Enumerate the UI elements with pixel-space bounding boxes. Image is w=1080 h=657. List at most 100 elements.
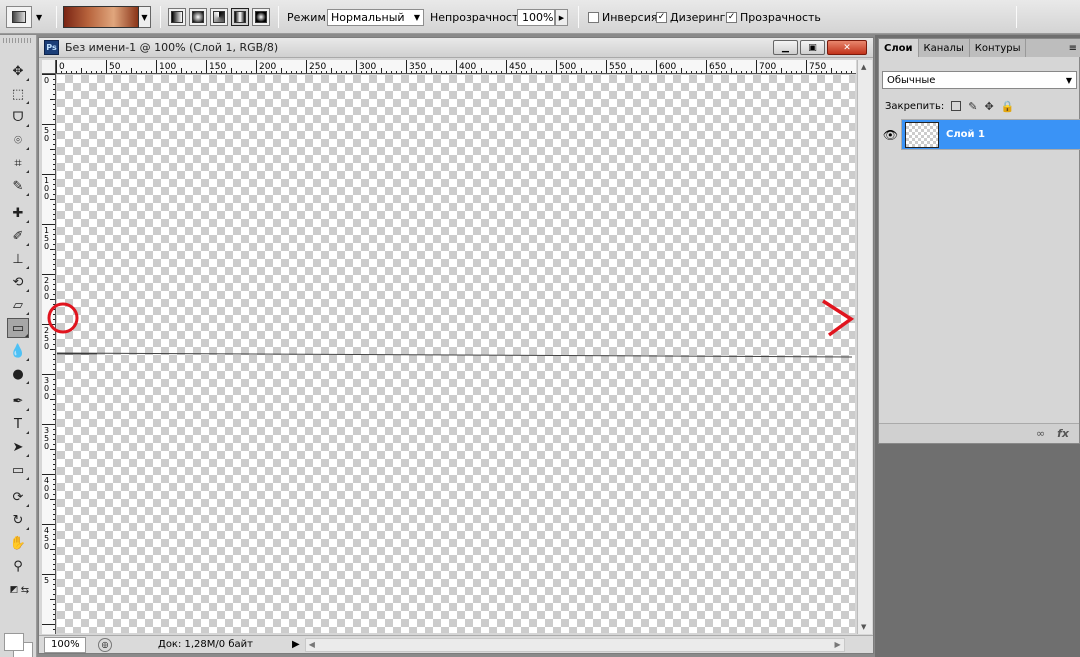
lock-transparency-icon[interactable]: [951, 101, 962, 111]
scroll-down-icon[interactable]: ▼: [861, 623, 866, 631]
dither-checkbox[interactable]: ✓ Дизеринг: [656, 0, 725, 34]
opacity-slider-button[interactable]: ▶: [555, 9, 568, 26]
quick-selection-tool-icon[interactable]: ⌾: [7, 130, 29, 150]
document-info: Док: 1,28M/0 байт: [158, 639, 253, 650]
inverse-checkbox[interactable]: Инверсия: [588, 0, 657, 34]
type-tool-icon[interactable]: T: [7, 414, 29, 434]
status-info-icon[interactable]: ◎: [98, 637, 112, 652]
link-layers-icon[interactable]: ∞: [1036, 427, 1045, 440]
toolbox-grip[interactable]: [3, 38, 33, 43]
diamond-gradient-button[interactable]: [252, 8, 270, 26]
zoom-level-field[interactable]: 100%: [44, 636, 86, 653]
zoom-tool-icon[interactable]: ⚲: [7, 556, 29, 576]
close-button[interactable]: ✕: [827, 40, 867, 55]
crop-tool-icon[interactable]: ⌗: [7, 153, 29, 173]
inverse-checkbox-box[interactable]: [588, 11, 599, 23]
ruler-v-label: 0: [44, 392, 49, 401]
vertical-scrollbar[interactable]: ▲ ▼: [857, 60, 872, 634]
transparency-checkbox-box[interactable]: ✓: [726, 11, 737, 23]
pen-tool-icon[interactable]: ✒: [7, 391, 29, 411]
ruler-h-label: 150: [209, 62, 226, 72]
ruler-v-label: 0: [44, 192, 49, 201]
panel-menu-icon[interactable]: ≡: [1069, 39, 1077, 57]
history-brush-tool-icon[interactable]: ⟲: [7, 272, 29, 292]
clone-stamp-tool-icon[interactable]: ⊥: [7, 249, 29, 269]
3d-rotate-tool-icon[interactable]: ⟳: [7, 487, 29, 507]
maximize-button[interactable]: ▣: [800, 40, 825, 55]
opacity-label: Непрозрачность:: [430, 10, 529, 24]
panel-tabs: Слои Каналы Контуры ≡: [879, 39, 1080, 57]
tab-layers[interactable]: Слои: [879, 39, 919, 57]
rectangle-tool-icon[interactable]: ▭: [7, 460, 29, 480]
mode-select[interactable]: Нормальный ▼: [327, 9, 424, 26]
chevron-down-icon: ▼: [1065, 75, 1072, 85]
opacity-input[interactable]: 100%: [517, 9, 555, 26]
ruler-v-label: 0: [44, 442, 49, 451]
radial-gradient-button[interactable]: [189, 8, 207, 26]
lasso-tool-icon[interactable]: ᗜ: [7, 107, 29, 127]
status-bar: 100% ◎ Док: 1,28M/0 байт ▶ ◀ ▶: [39, 635, 873, 653]
horizontal-ruler[interactable]: 0 50 100 150 200 250 300 350 400 450 500 550 600 650 7…: [56, 60, 856, 74]
chevron-down-icon[interactable]: ▼: [139, 6, 151, 28]
path-selection-tool-icon[interactable]: ➤: [7, 437, 29, 457]
lock-all-icon[interactable]: 🔒: [1001, 100, 1015, 113]
gradient-tool-icon[interactable]: ▭: [7, 318, 29, 338]
close-icon: ✕: [843, 42, 851, 53]
ruler-v-label: 0: [44, 134, 49, 143]
3d-orbit-tool-icon[interactable]: ↻: [7, 510, 29, 530]
ruler-h-label: 0: [59, 62, 65, 72]
eraser-tool-icon[interactable]: ▱: [7, 295, 29, 315]
ruler-v-label: 0: [44, 292, 49, 301]
layer-style-fx-icon[interactable]: fx: [1057, 427, 1069, 440]
hand-tool-icon[interactable]: ✋: [7, 533, 29, 553]
gradient-picker[interactable]: ▼: [63, 0, 151, 34]
options-bar: ▼ ▼ Режим: Нормальный ▼ Непрозрачность: …: [0, 0, 1080, 34]
lock-pixels-brush-icon[interactable]: ✎: [968, 100, 977, 113]
status-menu-arrow-icon[interactable]: ▶: [292, 639, 300, 650]
dither-checkbox-box[interactable]: ✓: [656, 11, 667, 23]
tool-preset-picker[interactable]: ▼: [6, 0, 52, 34]
gradient-drag-line: [57, 352, 853, 358]
brush-tool-icon[interactable]: ✐: [7, 226, 29, 246]
horizontal-scrollbar[interactable]: ◀ ▶: [304, 637, 845, 652]
vertical-ruler[interactable]: 0501001502002503003504004505: [42, 74, 56, 634]
move-tool-icon[interactable]: ✥: [7, 61, 29, 81]
swap-colors-icon[interactable]: ⇆: [14, 580, 36, 600]
gradient-swatch[interactable]: [63, 6, 139, 28]
layer-row[interactable]: 👁 Слой 1: [880, 119, 1080, 150]
minimize-icon: ▁: [782, 42, 789, 53]
radial-gradient-icon: [192, 11, 204, 23]
blur-tool-icon[interactable]: 💧: [7, 341, 29, 361]
canvas[interactable]: [57, 75, 855, 633]
marquee-tool-icon[interactable]: ⬚: [7, 84, 29, 104]
ruler-h-label: 650: [709, 62, 726, 72]
layer-thumbnail: [905, 121, 939, 148]
ruler-origin[interactable]: [42, 60, 56, 74]
blend-mode-select[interactable]: Обычные ▼: [882, 71, 1077, 89]
healing-brush-tool-icon[interactable]: ✚: [7, 203, 29, 223]
inverse-label: Инверсия: [602, 10, 658, 24]
divider: [56, 6, 57, 28]
maximize-icon: ▣: [808, 42, 817, 53]
foreground-color-swatch[interactable]: [4, 633, 24, 651]
tab-channels[interactable]: Каналы: [919, 39, 970, 57]
scroll-left-icon[interactable]: ◀: [309, 640, 315, 649]
angle-gradient-button[interactable]: [210, 8, 228, 26]
tab-paths[interactable]: Контуры: [970, 39, 1027, 57]
scroll-right-icon[interactable]: ▶: [835, 640, 841, 649]
toolbox: ✥ ⬚ ᗜ ⌾ ⌗ ✎ ✚ ✐ ⊥ ⟲ ▱ ▭ 💧 ● ✒ T ➤ ▭ ⟳ ↻ …: [0, 35, 37, 657]
reflected-gradient-button[interactable]: [231, 8, 249, 26]
ruler-v-label: 0: [44, 542, 49, 551]
minimize-button[interactable]: ▁: [773, 40, 798, 55]
linear-gradient-button[interactable]: [168, 8, 186, 26]
dodge-tool-icon[interactable]: ●: [7, 364, 29, 384]
angle-gradient-icon: [213, 11, 225, 23]
scroll-up-icon[interactable]: ▲: [861, 63, 866, 71]
divider: [278, 6, 279, 28]
transparency-checkbox[interactable]: ✓ Прозрачность: [726, 0, 821, 34]
visibility-eye-icon[interactable]: 👁: [880, 119, 902, 150]
lock-position-icon[interactable]: ✥: [984, 100, 993, 113]
dither-label: Дизеринг: [670, 10, 726, 24]
eyedropper-tool-icon[interactable]: ✎: [7, 176, 29, 196]
document-titlebar[interactable]: Ps Без имени-1 @ 100% (Слой 1, RGB/8) ▁ …: [39, 38, 873, 58]
